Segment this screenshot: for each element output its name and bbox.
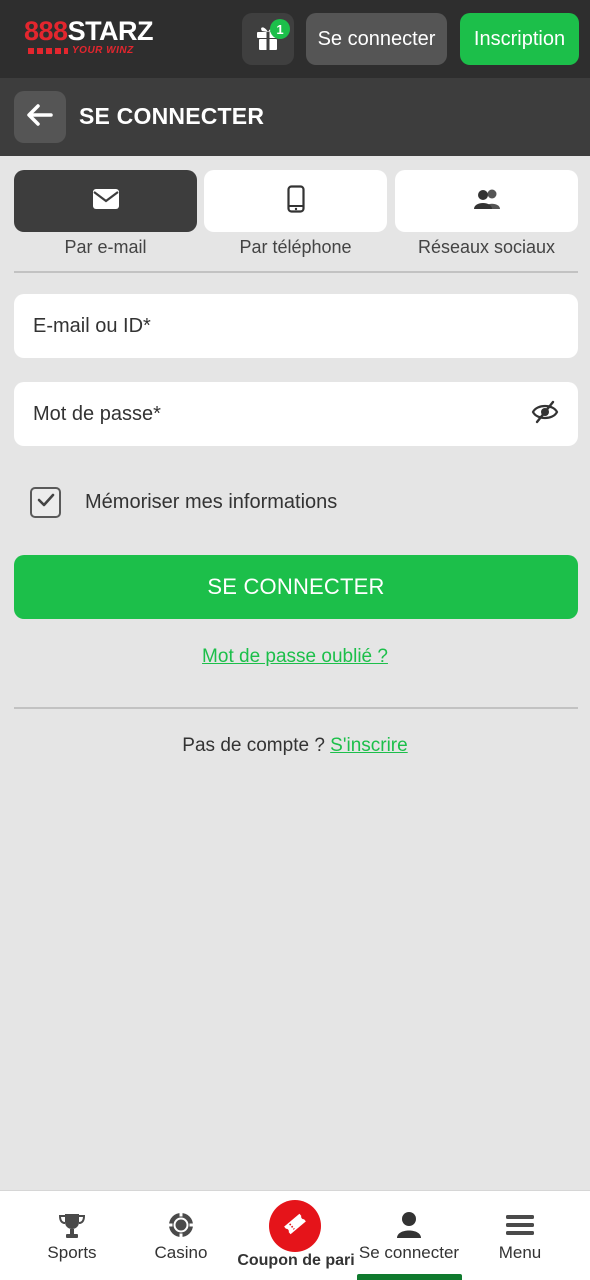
gift-badge: 1 bbox=[270, 19, 290, 39]
nav-sports[interactable]: Sports bbox=[36, 1191, 108, 1280]
back-button[interactable] bbox=[14, 91, 66, 143]
password-field[interactable] bbox=[14, 382, 578, 446]
nav-casino[interactable]: Casino bbox=[145, 1191, 217, 1280]
remember-checkbox[interactable] bbox=[30, 486, 61, 518]
user-icon bbox=[393, 1211, 425, 1239]
logo-word: STARZ bbox=[67, 16, 154, 46]
forgot-password: Mot de passe oublié ? bbox=[0, 646, 590, 668]
hamburger-menu-icon bbox=[504, 1211, 536, 1239]
nav-casino-label: Casino bbox=[154, 1243, 208, 1262]
eye-slash-icon bbox=[531, 400, 559, 429]
arrow-left-icon bbox=[27, 103, 53, 131]
email-field[interactable] bbox=[14, 294, 578, 358]
logo-text: 888STARZ bbox=[24, 16, 154, 47]
nav-menu[interactable]: Menu bbox=[484, 1191, 556, 1280]
nav-sports-label: Sports bbox=[47, 1243, 97, 1262]
remember-label: Mémoriser mes informations bbox=[85, 490, 338, 513]
phone-icon bbox=[286, 184, 305, 218]
nav-coupon-label: Coupon de pari bbox=[237, 1252, 355, 1269]
brand-logo[interactable]: 888STARZ YOUR WINZ bbox=[24, 16, 154, 60]
logo-stripe bbox=[28, 48, 68, 54]
password-field-container bbox=[14, 382, 578, 446]
divider bbox=[14, 271, 578, 273]
forgot-password-link[interactable]: Mot de passe oublié ? bbox=[202, 646, 388, 667]
no-account-row: Pas de compte ? S'inscrire bbox=[0, 735, 590, 757]
nav-menu-label: Menu bbox=[498, 1243, 542, 1262]
trophy-icon bbox=[56, 1211, 88, 1239]
signup-link[interactable]: S'inscrire bbox=[330, 735, 408, 756]
tab-social[interactable] bbox=[395, 170, 578, 232]
casino-chip-icon bbox=[165, 1211, 197, 1239]
check-icon bbox=[37, 493, 55, 512]
tab-email[interactable] bbox=[14, 170, 197, 232]
page-header: SE CONNECTER bbox=[0, 78, 590, 156]
signup-button[interactable]: Inscription bbox=[460, 13, 579, 65]
no-account-text: Pas de compte ? bbox=[182, 735, 325, 756]
nav-login-label: Se connecter bbox=[358, 1243, 460, 1262]
logo-number: 888 bbox=[24, 16, 68, 46]
top-bar: 888STARZ YOUR WINZ 1 Se connecter Inscri… bbox=[0, 0, 590, 78]
tab-social-label: Réseaux sociaux bbox=[417, 237, 556, 257]
remember-me[interactable]: Mémoriser mes informations bbox=[30, 486, 337, 518]
toggle-password-button[interactable] bbox=[530, 400, 560, 428]
tab-phone-label: Par téléphone bbox=[239, 237, 352, 257]
active-tab-indicator bbox=[357, 1274, 462, 1280]
nav-login[interactable]: Se connecter bbox=[354, 1191, 464, 1280]
page-title: SE CONNECTER bbox=[79, 103, 265, 129]
login-button[interactable]: Se connecter bbox=[306, 13, 447, 65]
tab-email-label: Par e-mail bbox=[64, 237, 147, 257]
divider bbox=[14, 707, 578, 709]
logo-tagline: YOUR WINZ bbox=[72, 45, 134, 56]
ticket-icon bbox=[282, 1211, 308, 1242]
email-field-container bbox=[14, 294, 578, 358]
gift-button[interactable]: 1 bbox=[242, 13, 294, 65]
envelope-icon bbox=[92, 188, 120, 215]
submit-login-button[interactable]: SE CONNECTER bbox=[14, 555, 578, 619]
tab-phone[interactable] bbox=[204, 170, 387, 232]
nav-coupon-button[interactable] bbox=[269, 1200, 321, 1252]
people-icon bbox=[473, 188, 501, 215]
